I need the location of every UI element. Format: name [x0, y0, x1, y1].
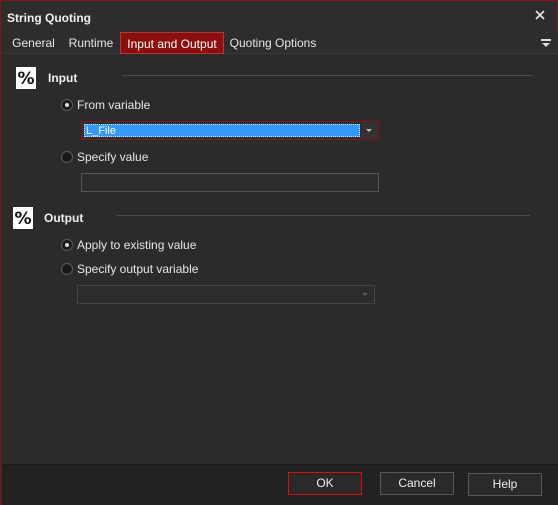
cancel-button[interactable]: Cancel	[380, 472, 454, 495]
apply-existing-radio-indicator[interactable]	[61, 239, 73, 251]
output-variable-combo	[77, 285, 375, 304]
title-bar: String Quoting	[1, 1, 557, 32]
from-variable-label: From variable	[77, 98, 151, 112]
tab-input-and-output[interactable]: Input and Output	[120, 32, 224, 54]
button-bar: OK Cancel Help	[2, 464, 558, 505]
svg-text:%: %	[17, 69, 34, 89]
dialog-window: String Quoting General Runtime Input and…	[0, 0, 558, 505]
ok-button[interactable]: OK	[288, 472, 362, 495]
tab-menu-icon[interactable]	[540, 37, 552, 49]
specify-output-radio[interactable]: Specify output variable	[61, 261, 198, 277]
dialog-title: String Quoting	[7, 11, 91, 25]
from-variable-value: L_File	[84, 124, 360, 137]
svg-text:%: %	[14, 209, 31, 229]
percent-icon: %	[13, 207, 33, 229]
tab-general[interactable]: General	[6, 32, 61, 54]
specify-value-radio-indicator[interactable]	[61, 151, 73, 163]
from-variable-radio-indicator[interactable]	[61, 99, 73, 111]
specify-value-radio[interactable]: Specify value	[61, 149, 148, 165]
tab-quoting-options[interactable]: Quoting Options	[226, 32, 320, 54]
from-variable-radio[interactable]: From variable	[61, 97, 150, 113]
specify-value-input[interactable]	[81, 173, 379, 192]
help-button[interactable]: Help	[468, 473, 542, 496]
specify-output-label: Specify output variable	[77, 262, 199, 276]
percent-icon: %	[16, 67, 36, 89]
specify-output-radio-indicator[interactable]	[61, 263, 73, 275]
tab-strip: General Runtime Input and Output Quoting…	[2, 32, 558, 54]
apply-existing-label: Apply to existing value	[77, 238, 197, 252]
tab-runtime[interactable]: Runtime	[63, 32, 119, 54]
input-section-title: Input	[48, 71, 78, 85]
chevron-down-icon[interactable]	[362, 123, 377, 138]
output-section-title: Output	[44, 211, 84, 225]
from-variable-combo[interactable]: L_File	[81, 121, 379, 140]
input-section-divider	[122, 75, 533, 76]
apply-existing-radio[interactable]: Apply to existing value	[61, 237, 196, 253]
output-section-divider	[116, 215, 530, 216]
close-icon[interactable]	[533, 8, 547, 22]
tab-content: % Input From variable L_File Specify val…	[2, 54, 558, 464]
chevron-down-icon	[358, 287, 373, 302]
specify-value-label: Specify value	[77, 150, 149, 164]
